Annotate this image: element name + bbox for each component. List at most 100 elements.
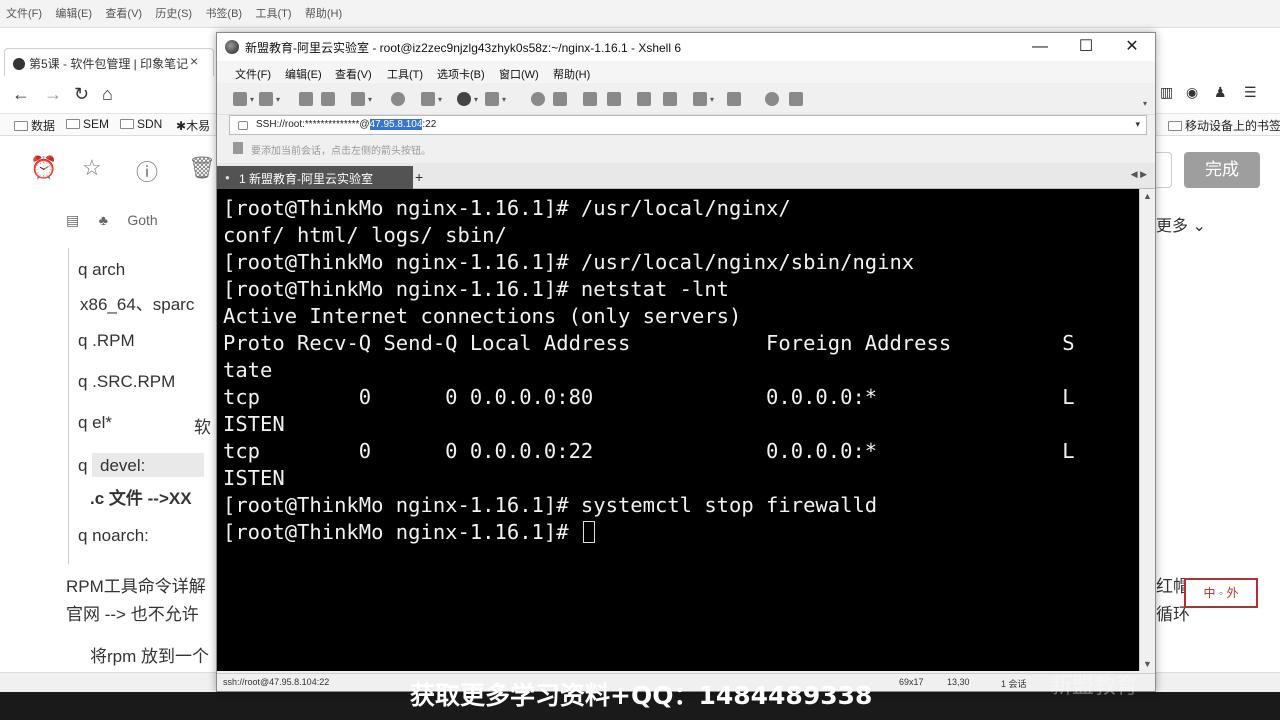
note-line: q .RPM [78,331,135,350]
menu-window[interactable]: 窗口(W) [499,66,539,82]
search-icon[interactable] [391,92,405,106]
forward-icon[interactable]: → [44,84,62,105]
menu-icon[interactable]: ☰ [1244,84,1257,101]
stamp-image: 中 ◦ 外 [1184,578,1258,608]
close-button[interactable]: ✕ [1109,35,1155,59]
xftp-icon[interactable] [531,92,545,106]
tab-nav-arrows[interactable]: ◀ ▶ [1131,169,1147,180]
session-tab[interactable]: ● 1 新盟教育-阿里云实验室 [217,166,413,189]
back-icon[interactable]: ← [12,84,30,105]
color-scheme-icon[interactable] [457,92,471,106]
terminal-scrollbar[interactable]: ▲ ▼ [1139,189,1155,671]
browser-menu-edit[interactable]: 编辑(E) [55,0,92,21]
menu-tabs[interactable]: 选项卡(B) [437,66,485,82]
mobile-bookmarks[interactable]: 移动设备上的书签 [1168,117,1280,134]
bookmark-star-icon: ✱ [176,119,187,133]
copy-icon[interactable] [421,92,435,106]
reader-icon[interactable]: ▥ [1160,84,1173,101]
disconnect-icon[interactable] [321,92,335,106]
menu-edit[interactable]: 编辑(E) [285,66,322,82]
terminal-line: [root@ThinkMo nginx-1.16.1]# /usr/local/… [223,250,915,274]
star-icon[interactable]: ☆ [82,155,102,181]
done-button[interactable]: 完成 [1184,152,1260,188]
maximize-button[interactable]: ☐ [1063,35,1109,59]
home-icon[interactable]: ⌂ [102,84,113,105]
lock-icon[interactable] [607,92,621,106]
terminal-line: Active Internet connections (only server… [223,304,742,328]
status-size: 69x17 [899,677,924,687]
bookmark-folder-sem[interactable]: SEM [66,117,109,131]
terminal-line: conf/ html/ logs/ sbin/ [223,223,507,247]
xshell-icon[interactable] [553,92,567,106]
keyboard-icon[interactable] [637,92,651,106]
browser-menu-help[interactable]: 帮助(H) [305,0,342,21]
note-title-input[interactable] [1156,152,1172,188]
menu-view[interactable]: 查看(V) [335,66,372,82]
reload-icon[interactable]: ↻ [74,84,89,105]
folder-icon [66,119,80,129]
terminal-line: tcp 0 0 0.0.0.0:80 0.0.0.0:* L [223,385,1075,409]
note-line: q [78,456,88,475]
new-session-icon[interactable] [233,92,247,106]
address-bar[interactable]: SSH://root:**************@47.95.8.104:22… [229,115,1147,135]
add-tab-icon[interactable]: + [415,169,423,185]
menu-tools[interactable]: 工具(T) [387,66,423,82]
tile-icon[interactable] [727,92,741,106]
minimize-button[interactable]: — [1017,35,1063,59]
sync-icon[interactable]: ◉ [1186,84,1198,101]
terminal-line: tcp 0 0 0.0.0.0:22 0.0.0.0:* L [223,439,1075,463]
session-hint-text: 要添加当前会话，点击左侧的箭头按钮。 [251,146,431,157]
note-paragraph: RPM工具命令详解 [66,577,206,596]
tab-close-icon[interactable]: × [190,53,198,69]
xshell-titlebar[interactable]: 新盟教育-阿里云实验室 - root@iz2zec9njzlg43zhyk0s5… [217,33,1155,61]
address-dropdown-icon[interactable]: ▾ [1135,119,1140,130]
note-line: q arch [78,260,126,279]
browser-menu-file[interactable]: 文件(F) [6,0,42,21]
evernote-icon [13,58,25,70]
xshell-menubar: 文件(F) 编辑(E) 查看(V) 工具(T) 选项卡(B) 窗口(W) 帮助(… [217,61,1155,83]
chevron-down-icon[interactable]: ▾ [1143,99,1147,108]
bookmark-icon[interactable] [233,142,243,154]
info-icon[interactable]: ⓘ [136,155,158,187]
properties-icon[interactable] [351,92,365,106]
menu-help[interactable]: 帮助(H) [553,66,590,82]
note-line: x86_64、sparc [80,295,195,314]
scroll-down-icon[interactable]: ▼ [1143,659,1152,669]
terminal[interactable]: [root@ThinkMo nginx-1.16.1]# /usr/local/… [217,189,1139,671]
bookmark-folder-sdn[interactable]: SDN [120,117,162,131]
promo-banner: 获取更多学习资料+QQ：1484489338 [410,681,873,710]
terminal-line: ISTEN [223,412,285,436]
help-icon[interactable] [765,92,779,106]
browser-tab[interactable]: 第5课 - 软件包管理 | 印象笔记 [4,48,214,76]
bookmark-folder-muyi[interactable]: ✱木易 [176,117,210,134]
terminal-prompt-line[interactable]: [root@ThinkMo nginx-1.16.1]# [223,519,1075,546]
scroll-up-icon[interactable]: ▲ [1143,191,1152,201]
menu-file[interactable]: 文件(F) [235,66,271,82]
browser-menu-history[interactable]: 历史(S) [155,0,192,21]
note-line: q .SRC.RPM [78,372,176,391]
chat-icon[interactable] [789,92,803,106]
script-icon[interactable] [663,92,677,106]
folder-icon [14,121,28,131]
transfer-icon[interactable] [693,92,707,106]
chevron-down-icon: ⌄ [1192,218,1206,235]
extension-icon[interactable]: ♟ [1214,84,1227,101]
browser-menu-view[interactable]: 查看(V) [105,0,142,21]
link-icon[interactable] [299,92,313,106]
alarm-icon[interactable]: ⏰ [30,155,57,181]
trash-icon[interactable]: 🗑 [188,155,216,181]
font-icon[interactable] [485,92,499,106]
browser-menu-tools[interactable]: 工具(T) [255,0,291,21]
browser-menu-bookmarks[interactable]: 书签(B) [205,0,242,21]
folder-icon [1168,121,1182,131]
more-link[interactable]: 更多 ⌄ [1156,212,1206,236]
bookmark-folder-data[interactable]: 数据 [14,117,55,134]
terminal-output: [root@ThinkMo nginx-1.16.1]# /usr/local/… [223,195,1075,546]
open-folder-icon[interactable] [259,92,273,106]
browser-menubar: 文件(F) 编辑(E) 查看(V) 历史(S) 书签(B) 工具(T) 帮助(H… [0,0,1280,28]
xshell-logo-icon [225,40,239,54]
terminal-line: Proto Recv-Q Send-Q Local Address Foreig… [223,331,1075,355]
address-value[interactable]: SSH://root:**************@47.95.8.104:22 [256,119,436,130]
fullscreen-icon[interactable] [583,92,597,106]
xshell-toolbar: ▾ ▾ ▾ ▾ ▾ ▾ ▾ ▾ [217,83,1155,115]
